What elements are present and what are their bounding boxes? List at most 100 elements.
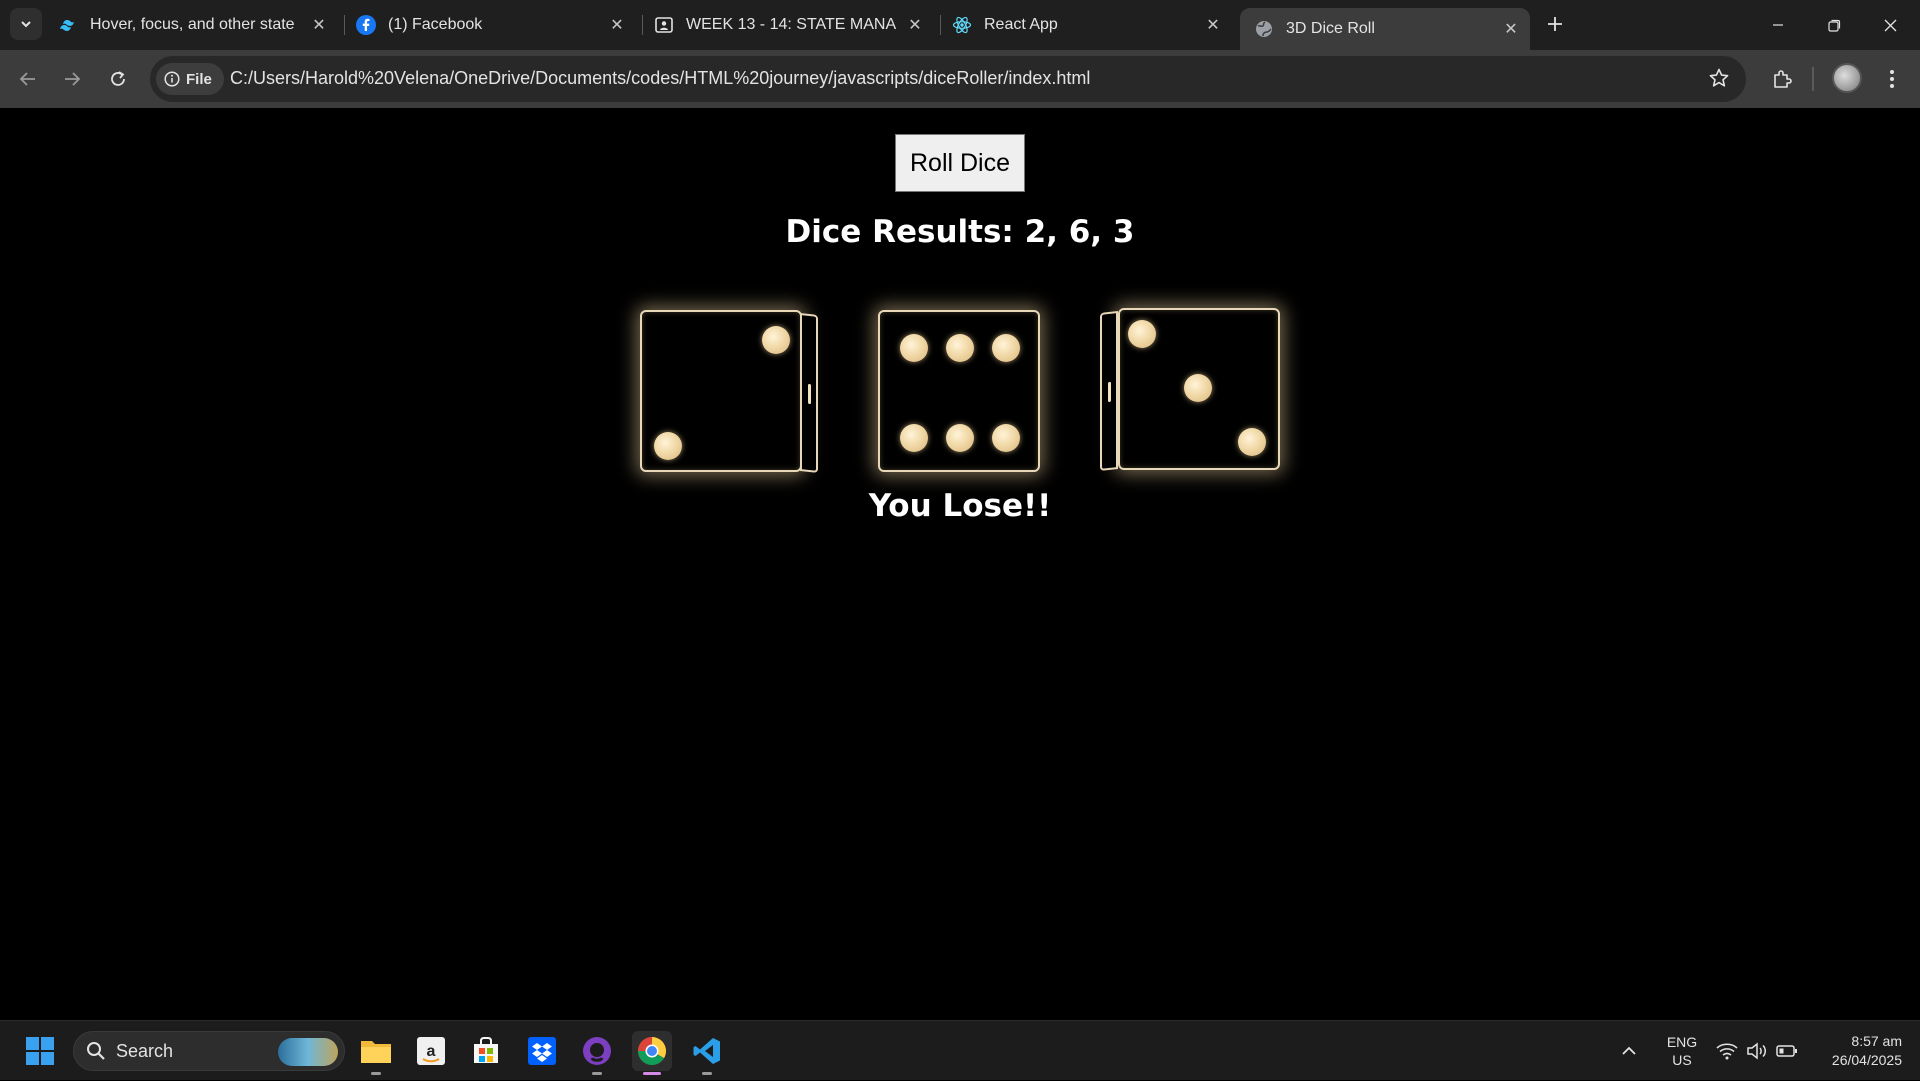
die-pip (946, 424, 974, 452)
die-side-face (800, 313, 818, 473)
minimize-button[interactable] (1750, 0, 1806, 50)
windows-start-icon (26, 1037, 54, 1065)
die-side-face (1100, 311, 1118, 471)
toolbar-divider (1812, 67, 1814, 91)
die-pip (762, 326, 790, 354)
volume-icon (1747, 1042, 1766, 1060)
chevron-down-icon (21, 21, 31, 28)
die-side-pip (1108, 381, 1111, 403)
taskbar-amazon[interactable]: a (411, 1031, 451, 1071)
dice-results-heading: Dice Results: 2, 6, 3 (785, 214, 1135, 250)
bookmark-star-icon[interactable] (1708, 67, 1730, 94)
taskbar-microsoft-store[interactable] (466, 1031, 506, 1071)
die-pip (946, 334, 974, 362)
restore-button[interactable] (1806, 0, 1862, 50)
tab-strip: Hover, focus, and other states - ✕ (1) F… (0, 0, 1920, 50)
close-icon (1884, 19, 1896, 31)
taskbar-vscode[interactable] (687, 1031, 727, 1075)
language-indicator[interactable]: ENG US (1662, 1033, 1702, 1069)
wifi-icon (1716, 1043, 1738, 1060)
network-volume-battery[interactable] (1716, 1021, 1798, 1081)
search-highlight-image (278, 1038, 338, 1066)
close-icon[interactable]: ✕ (308, 14, 330, 36)
tab-3d-dice-roll[interactable]: 3D Dice Roll ✕ (1240, 8, 1530, 50)
close-icon[interactable]: ✕ (904, 14, 926, 36)
running-indicator (592, 1072, 602, 1075)
close-icon[interactable]: ✕ (606, 14, 628, 36)
system-clock[interactable]: 8:57 am 26/04/2025 (1812, 1032, 1902, 1070)
show-hidden-icons[interactable] (1620, 1021, 1638, 1081)
scheme-label: File (186, 70, 212, 88)
info-icon (164, 71, 180, 87)
microsoft-store-icon (474, 1037, 498, 1063)
back-button[interactable] (12, 63, 44, 95)
site-info-chip[interactable]: File (156, 63, 224, 95)
tab-title: React App (984, 16, 1058, 33)
die-3 (1100, 308, 1280, 471)
die-pip (1184, 374, 1212, 402)
close-window-button[interactable] (1862, 0, 1918, 50)
die-2 (878, 310, 1040, 472)
taskbar-file-explorer[interactable] (356, 1031, 396, 1075)
die-1 (640, 310, 818, 473)
close-icon[interactable]: ✕ (1202, 14, 1224, 36)
chrome-icon (638, 1037, 666, 1065)
die-pip (654, 432, 682, 460)
browser-menu-button[interactable] (1876, 63, 1908, 95)
tab-facebook[interactable]: (1) Facebook ✕ (356, 9, 628, 41)
clock-time: 8:57 am (1851, 1033, 1902, 1049)
arrow-left-icon (19, 72, 35, 86)
tab-divider (940, 15, 941, 35)
tab-title: 3D Dice Roll (1286, 20, 1375, 37)
active-indicator (643, 1072, 661, 1075)
svg-text:a: a (427, 1043, 436, 1060)
plus-icon (1548, 17, 1562, 31)
tab-title: Hover, focus, and other states - (90, 16, 295, 33)
forward-button[interactable] (56, 63, 88, 95)
extensions-button[interactable] (1766, 63, 1798, 95)
taskbar-search[interactable]: Search (73, 1031, 345, 1071)
puzzle-icon (1774, 70, 1792, 88)
chevron-up-icon (1622, 1046, 1636, 1055)
battery-icon (1776, 1045, 1797, 1057)
search-icon (87, 1042, 105, 1060)
tab-search-button[interactable] (10, 8, 42, 40)
tab-title: WEEK 13 - 14: STATE MANAGEM (686, 16, 896, 33)
taskbar-github-desktop[interactable] (577, 1031, 617, 1075)
new-tab-button[interactable] (1542, 11, 1568, 37)
roll-dice-button[interactable]: Roll Dice (895, 134, 1025, 192)
classroom-icon (654, 15, 674, 35)
address-bar[interactable]: File C:/Users/Harold%20Velena/OneDrive/D… (150, 56, 1746, 102)
die-side-pip (808, 383, 811, 405)
die-pip (1238, 428, 1266, 456)
taskbar-dropbox[interactable] (522, 1031, 562, 1071)
clock-date: 26/04/2025 (1831, 1052, 1902, 1068)
tab-tailwind[interactable]: Hover, focus, and other states - ✕ (58, 9, 330, 41)
tab-divider (344, 15, 345, 35)
die-pip (900, 424, 928, 452)
github-desktop-icon (583, 1037, 611, 1065)
page-content: Roll Dice Dice Results: 2, 6, 3 You Lose… (0, 108, 1920, 1020)
arrow-right-icon (65, 72, 81, 86)
tailwind-icon (58, 15, 78, 35)
react-icon (952, 15, 972, 35)
restore-icon (1827, 19, 1840, 32)
tab-title: (1) Facebook (388, 16, 483, 33)
file-explorer-icon (361, 1041, 391, 1063)
globe-icon (1254, 19, 1274, 39)
reload-button[interactable] (102, 63, 134, 95)
tab-week13[interactable]: WEEK 13 - 14: STATE MANAGEM ✕ (654, 9, 926, 41)
tab-divider (642, 15, 643, 35)
windows-taskbar: Search a ENG US 8:57 am 26/04/2025 (0, 1020, 1920, 1080)
url-text[interactable]: C:/Users/Harold%20Velena/OneDrive/Docume… (230, 68, 1090, 89)
start-button[interactable] (20, 1031, 60, 1071)
close-icon[interactable]: ✕ (1500, 18, 1522, 40)
profile-avatar[interactable] (1832, 63, 1862, 93)
facebook-icon (356, 15, 376, 35)
dropbox-icon (528, 1037, 556, 1065)
tab-react-app[interactable]: React App ✕ (952, 9, 1224, 41)
language-code: ENG (1666, 1034, 1698, 1050)
taskbar-chrome[interactable] (632, 1031, 672, 1075)
die-pip (992, 424, 1020, 452)
reload-icon (111, 71, 125, 86)
